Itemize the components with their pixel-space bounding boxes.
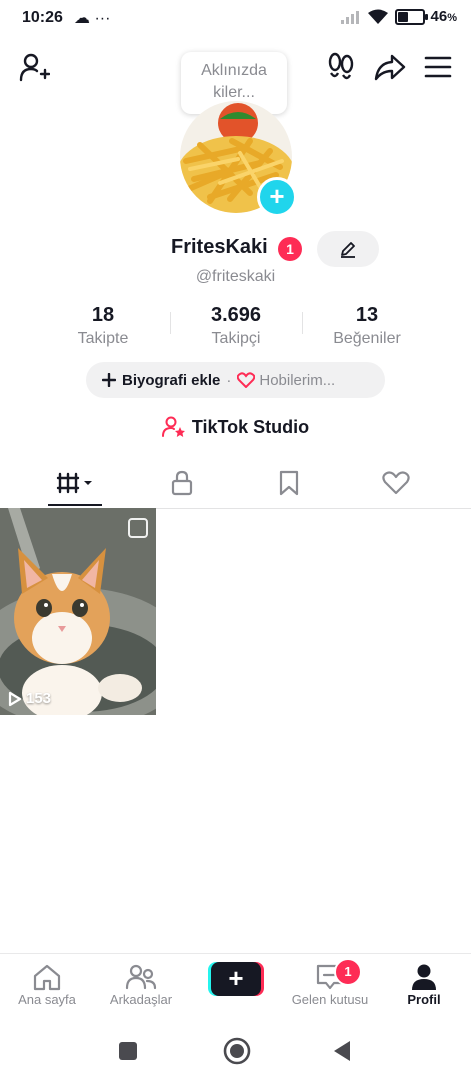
stat-followers[interactable]: 3.696 Takipçi bbox=[171, 304, 301, 348]
tiktok-studio-link[interactable]: TikTok Studio bbox=[0, 416, 471, 438]
battery-fill bbox=[397, 11, 408, 22]
tab-private[interactable] bbox=[123, 458, 241, 508]
tiktok-studio-label: TikTok Studio bbox=[191, 416, 310, 437]
profile-tabs bbox=[0, 458, 471, 509]
videos-grid-icon bbox=[56, 472, 92, 494]
lock-icon bbox=[171, 470, 193, 496]
nav-friends[interactable]: Arkadaşlar bbox=[94, 962, 188, 1007]
home-icon bbox=[33, 964, 61, 991]
select-checkbox[interactable] bbox=[128, 518, 148, 538]
battery-icon bbox=[394, 8, 428, 25]
plus-icon bbox=[102, 373, 116, 387]
share-profile-button[interactable] bbox=[372, 50, 408, 84]
stat-following[interactable]: 18 Takipte bbox=[38, 304, 168, 348]
view-count: 153 bbox=[8, 690, 51, 707]
add-person-icon bbox=[19, 53, 50, 82]
create-video-button[interactable]: + bbox=[208, 962, 264, 996]
share-arrow-icon bbox=[374, 54, 406, 81]
creator-star-icon bbox=[161, 416, 185, 437]
footprints-icon bbox=[328, 52, 354, 80]
nav-inbox[interactable]: Gelen kutusu bbox=[283, 962, 377, 1007]
following-count: 18 bbox=[91, 304, 115, 326]
create-plus-icon: + bbox=[211, 962, 261, 996]
wifi-icon bbox=[367, 9, 388, 24]
tooltip-line-1: Aklınızda bbox=[201, 62, 267, 79]
circle-home-icon bbox=[223, 1037, 251, 1065]
add-bio-button[interactable]: Biyografi ekle bbox=[102, 372, 220, 389]
back-triangle-icon bbox=[334, 1041, 350, 1061]
system-navigation-bar bbox=[0, 1021, 471, 1080]
battery-percent: 46% bbox=[430, 8, 457, 25]
notification-count-badge[interactable]: 1 bbox=[278, 237, 302, 261]
followers-count: 3.696 bbox=[210, 304, 262, 326]
hobbies-label: Hobilerim... bbox=[259, 371, 336, 389]
pencil-icon bbox=[341, 242, 355, 258]
hamburger-menu-icon bbox=[424, 56, 452, 78]
username-handle: @friteskaki bbox=[195, 268, 276, 285]
tab-saved[interactable] bbox=[230, 458, 348, 508]
bookmark-icon bbox=[279, 470, 299, 496]
following-label: Takipte bbox=[77, 330, 129, 347]
followers-label: Takipçi bbox=[211, 330, 261, 347]
nav-friends-label: Arkadaşlar bbox=[109, 992, 173, 1007]
home-system-button[interactable] bbox=[217, 1031, 257, 1071]
bio-hobbies-pill[interactable]: Biyografi ekle · Hobilerim... bbox=[86, 362, 385, 398]
tab-liked[interactable] bbox=[337, 458, 455, 508]
view-count-value: 153 bbox=[26, 690, 52, 707]
status-bar: 10:26 ☁ ··· 46% bbox=[0, 0, 471, 36]
heart-icon bbox=[382, 471, 410, 495]
nav-profile[interactable]: Profil bbox=[377, 962, 471, 1007]
stat-likes[interactable]: 13 Beğeniler bbox=[302, 304, 432, 348]
inbox-badge: 1 bbox=[334, 958, 362, 986]
notification-icons: ☁ ··· bbox=[74, 10, 111, 27]
menu-button[interactable] bbox=[421, 50, 455, 84]
video-thumbnail[interactable] bbox=[0, 508, 156, 715]
nav-home-label: Ana sayfa bbox=[18, 992, 76, 1007]
add-story-button[interactable]: + bbox=[257, 177, 297, 217]
signal-icon bbox=[340, 10, 359, 24]
edit-profile-button[interactable] bbox=[317, 231, 379, 267]
nav-inbox-label: Gelen kutusu bbox=[291, 992, 369, 1007]
friends-icon bbox=[125, 964, 157, 990]
recents-button[interactable] bbox=[110, 1033, 146, 1069]
status-right: 46% bbox=[340, 8, 457, 25]
likes-label: Beğeniler bbox=[333, 330, 401, 347]
nav-home[interactable]: Ana sayfa bbox=[0, 962, 94, 1007]
back-button[interactable] bbox=[324, 1033, 360, 1069]
nav-profile-label: Profil bbox=[407, 992, 441, 1007]
active-tab-indicator bbox=[48, 504, 102, 506]
heart-outline-icon bbox=[237, 372, 256, 388]
square-icon bbox=[119, 1042, 137, 1060]
bottom-navigation: Ana sayfa Arkadaşlar + Gelen kutusu 1 Pr bbox=[0, 953, 471, 1022]
profile-icon bbox=[412, 964, 436, 990]
display-name: FritesKaki bbox=[171, 236, 268, 258]
play-icon bbox=[8, 691, 22, 706]
add-bio-label: Biyografi ekle bbox=[122, 371, 221, 389]
add-friend-button[interactable] bbox=[16, 50, 52, 84]
profile-views-button[interactable] bbox=[324, 50, 358, 84]
tab-videos[interactable] bbox=[17, 458, 135, 508]
cat-thumbnail-image bbox=[0, 508, 156, 715]
bio-separator: · bbox=[226, 371, 232, 389]
hobbies-button[interactable]: Hobilerim... bbox=[237, 372, 335, 389]
status-time: 10:26 bbox=[22, 9, 63, 26]
likes-count: 13 bbox=[355, 304, 379, 326]
